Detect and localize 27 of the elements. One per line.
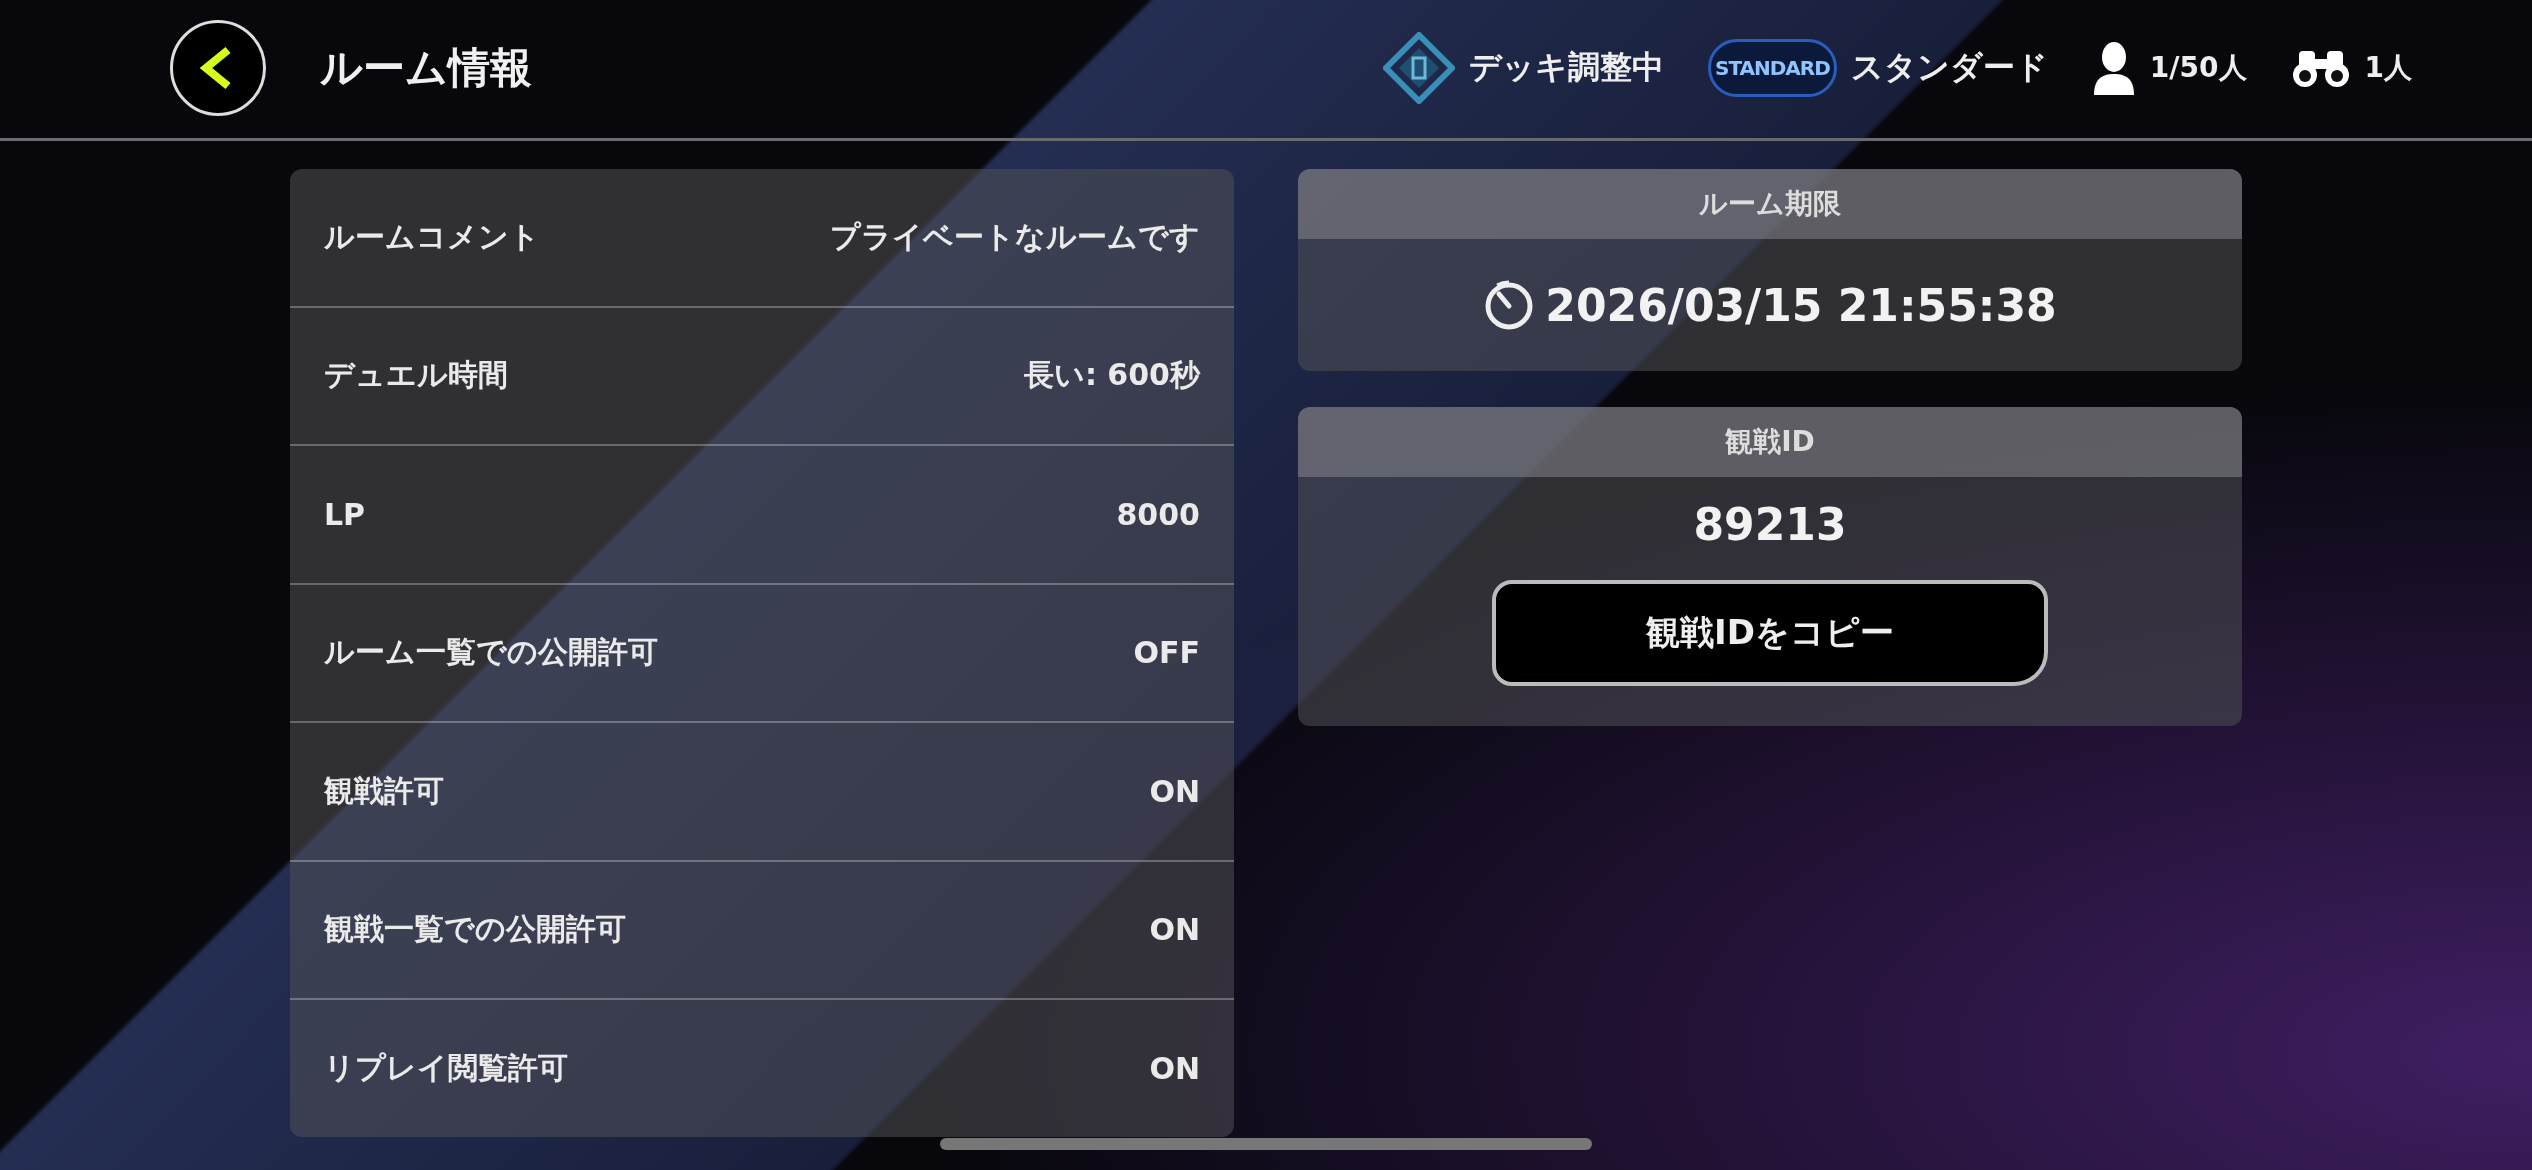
spectator-count: 1人 xyxy=(2364,50,2412,86)
setting-value: ON xyxy=(1149,912,1200,948)
card-title: 観戦ID xyxy=(1725,424,1815,460)
format-label: スタンダード xyxy=(1850,47,2048,88)
setting-label: ルームコメント xyxy=(324,217,540,256)
player-count: 1/50人 xyxy=(2149,50,2247,86)
setting-value: 長い: 600秒 xyxy=(1023,356,1200,395)
expiry-time: 2026/03/15 21:55:38 xyxy=(1545,279,2057,331)
setting-label: 観戦許可 xyxy=(324,771,444,810)
setting-label: ルーム一覧での公開許可 xyxy=(324,633,658,672)
setting-value: ON xyxy=(1149,773,1200,809)
setting-value: プライベートなルームです xyxy=(830,217,1200,256)
setting-label: リプレイ閲覧許可 xyxy=(324,1048,568,1087)
spectate-id: 89213 xyxy=(1693,499,1847,550)
copy-button[interactable]: 観戦IDをコピー xyxy=(1492,580,2048,686)
card-title: ルーム期限 xyxy=(1699,186,1841,222)
deck-status: デッキ調整中 xyxy=(1469,47,1665,88)
page-title: ルーム情報 xyxy=(320,42,532,94)
setting-label: 観戦一覧での公開許可 xyxy=(324,910,626,949)
setting-value: 8000 xyxy=(1116,496,1200,532)
person-icon xyxy=(2091,41,2136,95)
setting-value: OFF xyxy=(1133,635,1200,671)
diamond-icon xyxy=(1383,32,1456,104)
setting-label: LP xyxy=(324,496,366,532)
setting-label: デュエル時間 xyxy=(324,356,508,395)
format-badge: STANDARD xyxy=(1708,39,1837,97)
setting-value: ON xyxy=(1149,1050,1200,1086)
